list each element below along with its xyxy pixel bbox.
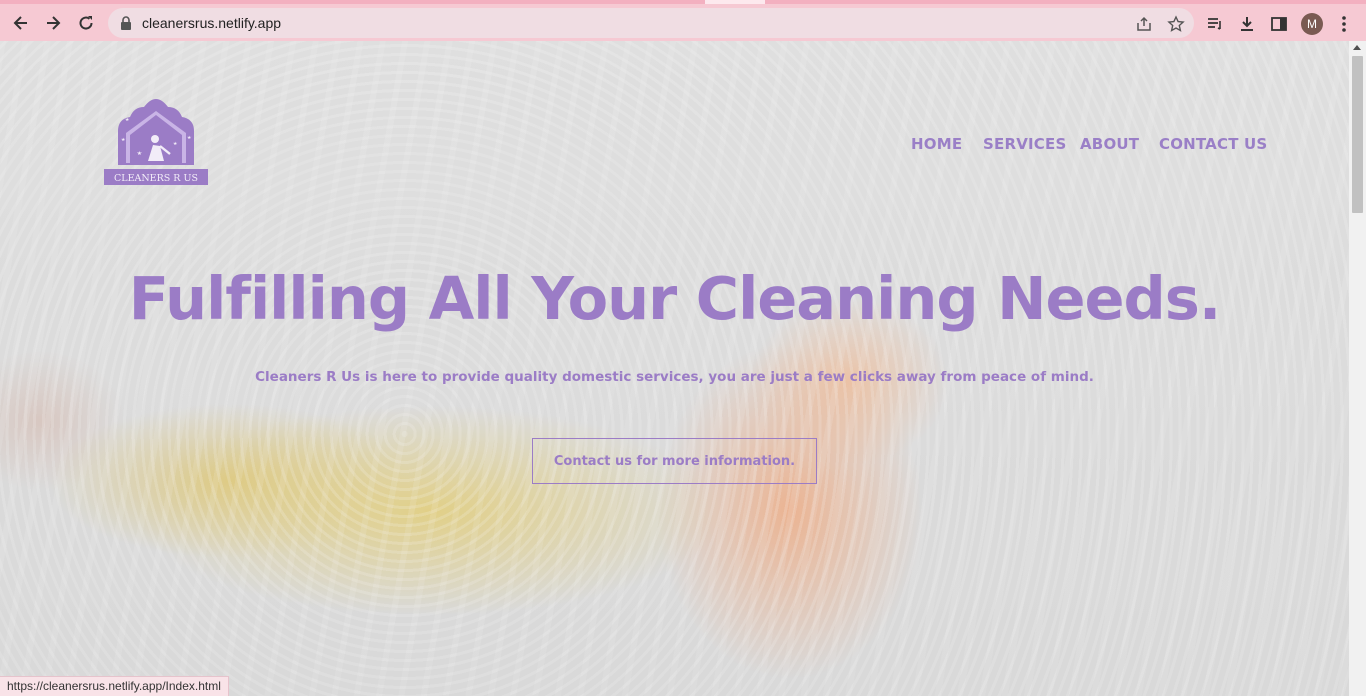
- hero-subtitle: Cleaners R Us is here to provide quality…: [255, 369, 1094, 385]
- browser-menu-button[interactable]: [1333, 13, 1355, 35]
- star-icon[interactable]: [1167, 15, 1185, 33]
- share-icon[interactable]: [1135, 15, 1153, 33]
- forward-button[interactable]: [40, 10, 66, 36]
- downloads-button[interactable]: [1236, 13, 1258, 35]
- back-arrow-icon: [13, 16, 27, 30]
- lock-icon: [121, 16, 131, 30]
- reading-list-button[interactable]: [1204, 13, 1226, 35]
- url-text: cleanersrus.netlify.app: [142, 15, 282, 31]
- nav-about-link[interactable]: ABOUT: [1080, 135, 1139, 153]
- nav-home-link[interactable]: HOME: [911, 135, 962, 153]
- link-status-bubble: https://cleanersrus.netlify.app/Index.ht…: [0, 676, 229, 696]
- reload-button[interactable]: [73, 10, 99, 36]
- side-panel-icon: [1271, 17, 1287, 31]
- active-tab-indicator: [705, 0, 765, 4]
- scroll-up-arrow-icon[interactable]: [1353, 45, 1361, 50]
- side-panel-button[interactable]: [1268, 13, 1290, 35]
- nav-services-link[interactable]: SERVICES: [983, 135, 1066, 153]
- main-navigation: HOME SERVICES ABOUT CONTACT US: [0, 135, 1349, 159]
- hero-title: Fulfilling All Your Cleaning Needs.: [128, 264, 1222, 333]
- logo-wordmark: CLEANERS R US: [114, 173, 198, 184]
- profile-avatar[interactable]: M: [1301, 13, 1323, 35]
- nav-contact-link[interactable]: CONTACT US: [1159, 135, 1267, 153]
- contact-cta-button[interactable]: Contact us for more information.: [532, 438, 817, 484]
- page-viewport: CLEANERS R US HOME SERVICES ABOUT CONTAC…: [0, 41, 1349, 696]
- kebab-menu-icon: [1342, 16, 1346, 32]
- back-button[interactable]: [8, 10, 34, 36]
- address-bar[interactable]: cleanersrus.netlify.app: [108, 8, 1194, 38]
- download-icon: [1241, 17, 1253, 31]
- reading-list-icon: [1208, 18, 1221, 30]
- avatar-letter: M: [1307, 17, 1317, 31]
- scrollbar-thumb[interactable]: [1352, 56, 1363, 213]
- page-scrollbar[interactable]: [1349, 41, 1366, 696]
- forward-arrow-icon: [47, 16, 61, 30]
- browser-toolbar: cleanersrus.netlify.app M: [0, 0, 1366, 41]
- reload-icon: [79, 16, 93, 30]
